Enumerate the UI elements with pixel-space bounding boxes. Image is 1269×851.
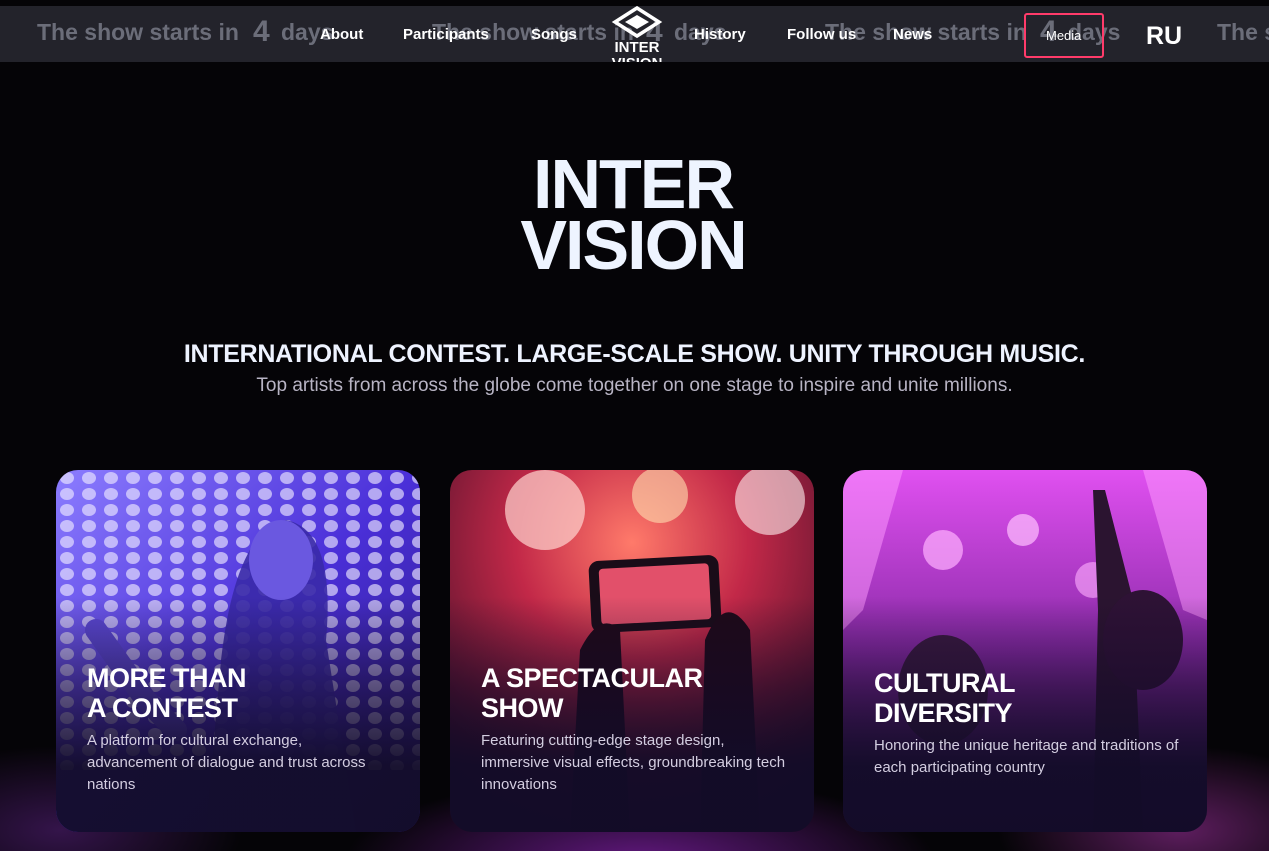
logo-line1: INTER [615,39,660,56]
nav-media[interactable]: Media [1046,28,1081,43]
intervision-logo[interactable]: INTER VISION [606,6,668,62]
card-description: Honoring the unique heritage and traditi… [874,737,1179,776]
card-description: A platform for cultural exchange, advanc… [87,732,366,793]
hero-intervision-logo: INTER VISION [520,152,747,272]
hero-subline: Top artists from across the globe come t… [256,375,1013,396]
hero-logo-line2: VISION [520,206,745,272]
card-description: Featuring cutting-edge stage design, imm… [481,732,786,793]
nav-follow-us[interactable]: Follow us [787,26,856,43]
logo-line2: VISION [612,55,663,62]
nav-news[interactable]: News [893,26,932,43]
card-spectacular-show[interactable]: A SPECTACULAR SHOW Featuring cutting-edg… [450,470,814,832]
card-cultural-diversity[interactable]: CULTURAL DIVERSITY Honoring the unique h… [843,470,1207,832]
card-more-than-contest[interactable]: MORE THAN A CONTEST A platform for cultu… [56,470,420,832]
nav-songs[interactable]: Songs [531,26,577,43]
card-title: A SPECTACULAR SHOW [481,663,703,723]
language-switch[interactable]: RU [1146,22,1182,51]
hero-headline: INTERNATIONAL CONTEST. LARGE-SCALE SHOW.… [183,340,1086,368]
card-title: MORE THAN A CONTEST [87,663,247,723]
card-title: CULTURAL DIVERSITY [874,668,1015,728]
ticker-text-partial: The s [1217,19,1269,45]
ticker-text: The show starts in [37,19,239,45]
nav-history[interactable]: History [694,26,746,43]
nav-participants[interactable]: Participants [403,26,489,43]
nav-about[interactable]: About [320,26,363,43]
ticker-days-number: 4 [253,15,270,48]
